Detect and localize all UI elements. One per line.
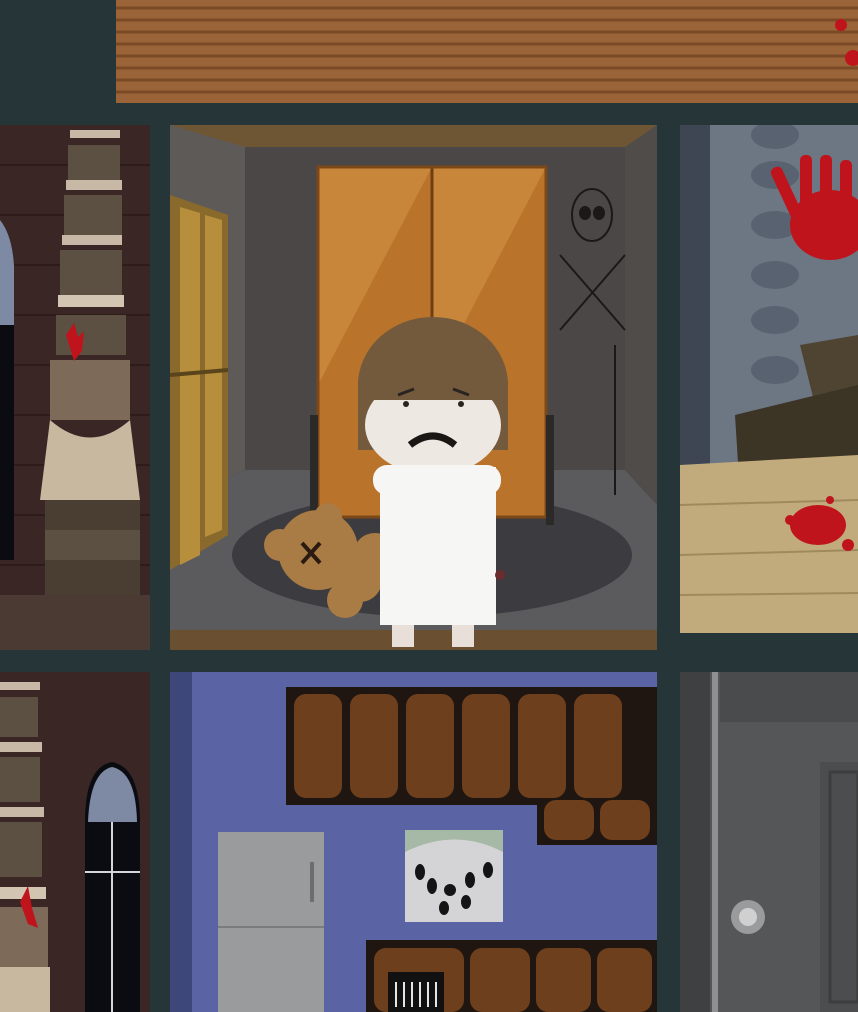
bedroom-scene [170, 125, 657, 650]
staircase-room-lower[interactable] [0, 672, 150, 1012]
refrigerator[interactable] [218, 832, 324, 1012]
side-shelf[interactable] [170, 195, 229, 570]
kitchen-scene [170, 672, 657, 1012]
arched-window-lower [85, 762, 140, 1012]
staircase-scene [0, 125, 150, 650]
staircase-room-upper[interactable] [0, 125, 150, 650]
lower-staircase-scene [0, 672, 150, 1012]
kitchen-room[interactable] [170, 672, 657, 1012]
bedroom-room[interactable] [170, 125, 657, 650]
grey-room[interactable] [680, 672, 858, 1012]
attic-room[interactable] [116, 0, 858, 103]
girl-character[interactable] [358, 317, 508, 647]
wood-plank-wall [116, 0, 858, 103]
bloody-room[interactable] [680, 125, 858, 633]
paw-print-picture [405, 830, 503, 922]
lower-cabinets[interactable] [366, 940, 657, 1012]
grey-room-scene [680, 672, 858, 1012]
grey-door[interactable] [820, 762, 858, 1012]
game-scene [0, 0, 858, 1012]
bloody-room-scene [680, 125, 858, 633]
door-knob-icon[interactable] [731, 900, 765, 934]
